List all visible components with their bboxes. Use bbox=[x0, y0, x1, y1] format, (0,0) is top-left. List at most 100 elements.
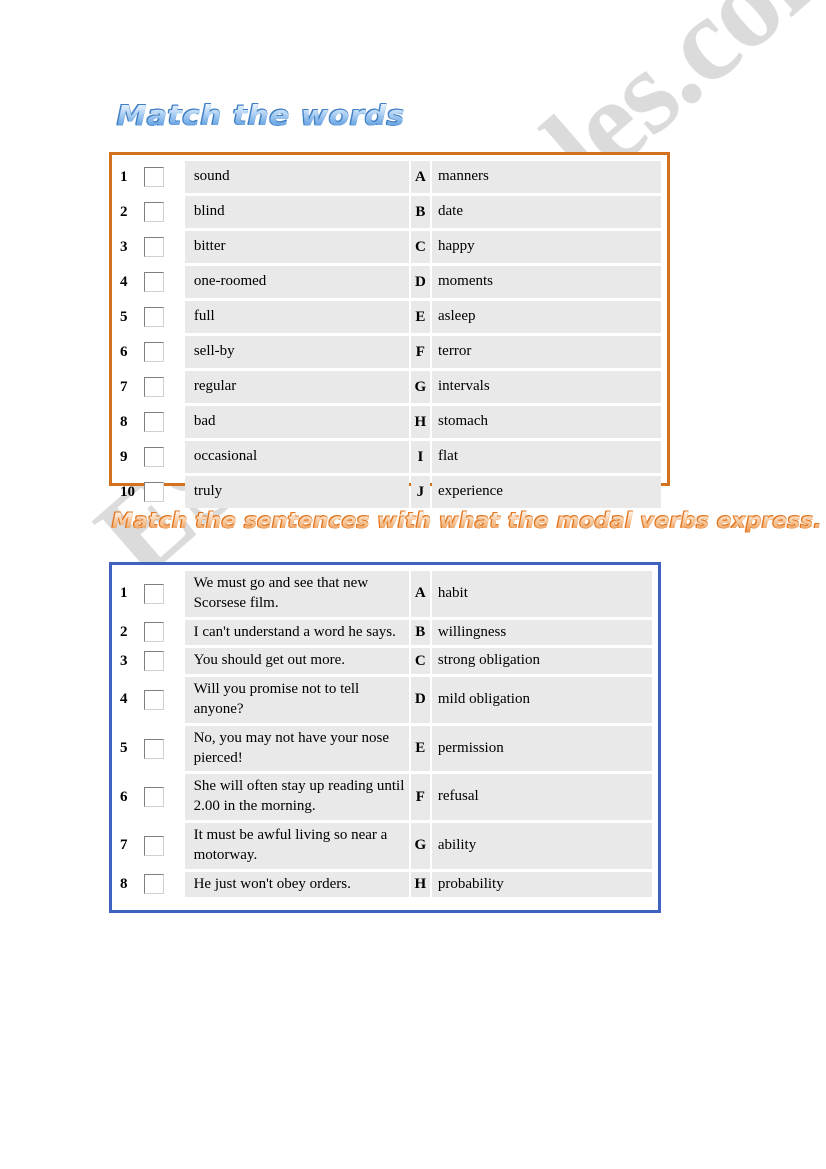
words-answer-cell bbox=[144, 161, 183, 193]
table-row: 2 blind Bdate bbox=[117, 196, 661, 228]
words-option-cell: asleep bbox=[432, 301, 661, 333]
words-option-letter: G bbox=[410, 371, 430, 403]
answer-checkbox[interactable] bbox=[144, 342, 165, 362]
words-row-number: 1 bbox=[120, 168, 128, 185]
modals-option-letter: F bbox=[410, 774, 430, 820]
modals-answer-cell bbox=[144, 823, 182, 869]
answer-checkbox[interactable] bbox=[144, 237, 165, 257]
answer-checkbox[interactable] bbox=[144, 482, 165, 502]
words-row-number: 7 bbox=[120, 378, 128, 395]
modals-answer-cell bbox=[144, 872, 182, 898]
words-option-cell: experience bbox=[432, 476, 661, 508]
table-row: 2 I can't understand a word he says. Bwill… bbox=[117, 619, 652, 646]
answer-checkbox[interactable] bbox=[144, 377, 165, 397]
heading-match-the-words: Match the words bbox=[117, 99, 405, 132]
answer-checkbox[interactable] bbox=[144, 622, 165, 643]
words-option-letter: I bbox=[410, 441, 430, 473]
words-answer-cell bbox=[144, 406, 183, 438]
answer-checkbox[interactable] bbox=[144, 874, 165, 895]
answer-checkbox[interactable] bbox=[144, 272, 165, 292]
modals-row-number: 2 bbox=[120, 623, 128, 640]
table-row: 8 He just won't obey orders. Hprobability bbox=[117, 871, 652, 898]
words-option-letter: E bbox=[410, 301, 430, 333]
modals-answer-cell bbox=[144, 620, 182, 646]
table-row: 1 We must go and see that new Scorsese fi… bbox=[117, 571, 652, 617]
table-row: 6 sell-by Fterror bbox=[117, 336, 661, 368]
words-row-number: 10 bbox=[120, 483, 135, 500]
modals-row-number: 1 bbox=[120, 585, 128, 602]
answer-checkbox[interactable] bbox=[144, 447, 165, 467]
modals-prompt-cell: No, you may not have your nose pierced! bbox=[184, 725, 409, 772]
words-row-number: 6 bbox=[120, 343, 128, 360]
modals-prompt-cell: We must go and see that new Scorsese fil… bbox=[184, 571, 409, 617]
modals-row-number: 6 bbox=[120, 788, 128, 805]
match-sentences-table: 1 We must go and see that new Scorsese fi… bbox=[109, 562, 661, 913]
modals-row-number: 3 bbox=[120, 652, 128, 669]
words-option-letter: H bbox=[410, 406, 430, 438]
modals-option-cell: mild obligation bbox=[431, 677, 652, 723]
answer-checkbox[interactable] bbox=[144, 307, 165, 327]
words-prompt-cell: bad bbox=[184, 406, 409, 438]
modals-answer-cell bbox=[144, 774, 182, 820]
modals-option-letter: A bbox=[410, 571, 430, 617]
modals-option-cell: willingness bbox=[431, 619, 652, 646]
words-option-cell: intervals bbox=[432, 371, 661, 403]
answer-checkbox[interactable] bbox=[144, 689, 165, 710]
answer-checkbox[interactable] bbox=[144, 651, 165, 672]
modals-option-cell: refusal bbox=[431, 774, 652, 820]
table-row: 6 She will often stay up reading until 2.… bbox=[117, 774, 652, 820]
words-prompt-cell: one-roomed bbox=[184, 266, 409, 298]
table-row: 10 truly Jexperience bbox=[117, 476, 661, 508]
words-prompt-cell: full bbox=[184, 301, 409, 333]
table-row: 5 No, you may not have your nose pierced!… bbox=[117, 725, 652, 772]
answer-checkbox[interactable] bbox=[144, 787, 165, 808]
modals-option-cell: habit bbox=[431, 571, 652, 617]
words-option-letter: D bbox=[410, 266, 430, 298]
modals-option-cell: probability bbox=[431, 871, 652, 898]
answer-checkbox[interactable] bbox=[144, 167, 165, 187]
answer-checkbox[interactable] bbox=[144, 412, 165, 432]
words-option-letter: B bbox=[410, 196, 430, 228]
words-answer-cell bbox=[144, 231, 183, 263]
words-option-letter: C bbox=[410, 231, 430, 263]
words-row-number: 5 bbox=[120, 308, 128, 325]
match-words-grid: 1 sound Amanners 2 blind Bdate 3 bitter Chappy 4 o… bbox=[115, 158, 663, 511]
words-answer-cell bbox=[144, 476, 183, 508]
answer-checkbox[interactable] bbox=[144, 835, 165, 856]
modals-answer-cell bbox=[144, 677, 182, 723]
modals-option-letter: E bbox=[410, 725, 430, 772]
table-row: 7 It must be awful living so near a motor… bbox=[117, 822, 652, 869]
words-prompt-cell: occasional bbox=[184, 441, 409, 473]
table-row: 3 bitter Chappy bbox=[117, 231, 661, 263]
words-answer-cell bbox=[144, 196, 183, 228]
table-row: 3 You should get out more. Cstrong obligat… bbox=[117, 648, 652, 675]
words-row-number: 3 bbox=[120, 238, 128, 255]
modals-prompt-cell: He just won't obey orders. bbox=[184, 871, 409, 898]
words-row-number: 9 bbox=[120, 448, 128, 465]
words-option-cell: flat bbox=[432, 441, 661, 473]
words-option-cell: moments bbox=[432, 266, 661, 298]
words-row-number: 8 bbox=[120, 413, 128, 430]
modals-row-number: 8 bbox=[120, 875, 128, 892]
table-row: 7 regular Gintervals bbox=[117, 371, 661, 403]
modals-row-number: 5 bbox=[120, 740, 128, 757]
modals-option-letter: H bbox=[410, 871, 430, 898]
words-row-number: 4 bbox=[120, 273, 128, 290]
words-answer-cell bbox=[144, 301, 183, 333]
words-answer-cell bbox=[144, 266, 183, 298]
answer-checkbox[interactable] bbox=[144, 583, 165, 604]
modals-row-number: 4 bbox=[120, 691, 128, 708]
modals-prompt-cell: Will you promise not to tell anyone? bbox=[184, 677, 409, 723]
heading-match-the-sentences: Match the sentences with what the modal … bbox=[112, 509, 823, 533]
words-option-cell: stomach bbox=[432, 406, 661, 438]
words-prompt-cell: blind bbox=[184, 196, 409, 228]
answer-checkbox[interactable] bbox=[144, 202, 165, 222]
answer-checkbox[interactable] bbox=[144, 738, 165, 759]
words-option-cell: manners bbox=[432, 161, 661, 193]
modals-option-cell: permission bbox=[431, 725, 652, 772]
words-option-cell: happy bbox=[432, 231, 661, 263]
match-words-table: 1 sound Amanners 2 blind Bdate 3 bitter Chappy 4 o… bbox=[109, 152, 670, 508]
modals-row-number: 7 bbox=[120, 837, 128, 854]
table-row: 4 one-roomed Dmoments bbox=[117, 266, 661, 298]
modals-prompt-cell: It must be awful living so near a motorw… bbox=[184, 822, 409, 869]
